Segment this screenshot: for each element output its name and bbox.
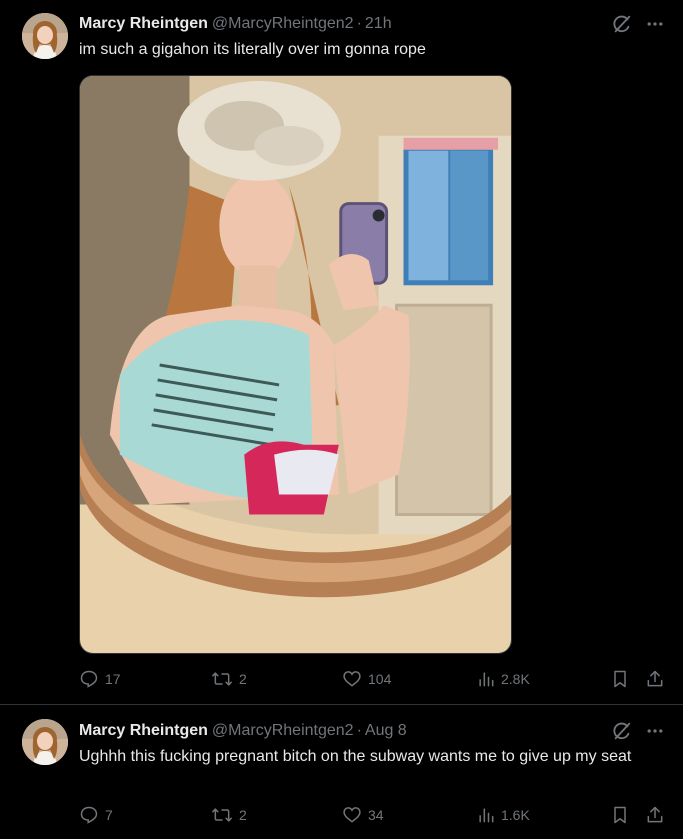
reply-button[interactable]: 17 (79, 669, 121, 689)
avatar[interactable] (22, 719, 68, 765)
like-count: 34 (368, 807, 384, 823)
author-name[interactable]: Marcy Rheintgen (79, 15, 208, 33)
tweet-actions: 7 2 34 1.6K (79, 805, 667, 827)
reply-icon (80, 670, 98, 688)
bookmark-button[interactable] (611, 805, 629, 825)
tweet-actions: 17 2 104 2.8K (79, 669, 667, 691)
avatar[interactable] (22, 13, 68, 59)
like-icon (343, 671, 361, 687)
tweet-top-actions (611, 720, 665, 742)
author-handle[interactable]: @MarcyRheintgen2 (212, 722, 354, 740)
share-button[interactable] (645, 805, 665, 825)
views-count: 1.6K (501, 807, 530, 823)
author-handle[interactable]: @MarcyRheintgen2 (212, 15, 354, 33)
reply-count: 7 (105, 807, 113, 823)
reply-button[interactable]: 7 (79, 805, 113, 825)
more-icon[interactable] (645, 721, 665, 741)
repost-icon (212, 808, 232, 822)
like-icon (343, 807, 361, 823)
repost-button[interactable]: 2 (211, 669, 247, 689)
repost-count: 2 (239, 671, 247, 687)
like-button[interactable]: 34 (342, 805, 384, 825)
timestamp[interactable]: Aug 8 (365, 722, 407, 740)
tweet[interactable]: Marcy Rheintgen @MarcyRheintgen2 · Aug 8… (0, 706, 683, 839)
tweet[interactable]: Marcy Rheintgen @MarcyRheintgen2 · 21h i… (0, 0, 683, 705)
tweet-text: Ughhh this fucking pregnant bitch on the… (79, 748, 632, 765)
timeline-feed: Marcy Rheintgen @MarcyRheintgen2 · 21h i… (0, 0, 683, 839)
bookmark-icon (614, 806, 626, 824)
share-button[interactable] (645, 669, 665, 689)
reply-count: 17 (105, 671, 121, 687)
repost-button[interactable]: 2 (211, 805, 247, 825)
views-button[interactable]: 1.6K (477, 805, 530, 825)
views-button[interactable]: 2.8K (477, 669, 530, 689)
bookmark-button[interactable] (611, 669, 629, 689)
separator: · (356, 722, 362, 739)
tweet-header: Marcy Rheintgen @MarcyRheintgen2 · Aug 8 (79, 721, 407, 741)
author-name[interactable]: Marcy Rheintgen (79, 722, 208, 740)
reply-icon (80, 806, 98, 824)
repost-count: 2 (239, 807, 247, 823)
grok-icon[interactable] (611, 720, 633, 742)
bookmark-icon (614, 670, 626, 688)
like-button[interactable]: 104 (342, 669, 391, 689)
more-icon[interactable] (645, 14, 665, 34)
views-count: 2.8K (501, 671, 530, 687)
like-count: 104 (368, 671, 392, 687)
views-icon (479, 672, 494, 687)
tweet-text: im such a gigahon its literally over im … (79, 41, 426, 58)
views-icon (479, 808, 494, 823)
tweet-photo[interactable] (79, 75, 512, 654)
tweet-top-actions (611, 13, 665, 35)
grok-icon[interactable] (611, 13, 633, 35)
share-icon (647, 806, 663, 823)
separator: · (356, 15, 362, 32)
tweet-header: Marcy Rheintgen @MarcyRheintgen2 · 21h (79, 14, 392, 34)
repost-icon (212, 672, 232, 686)
share-icon (647, 670, 663, 687)
timestamp[interactable]: 21h (365, 15, 392, 33)
